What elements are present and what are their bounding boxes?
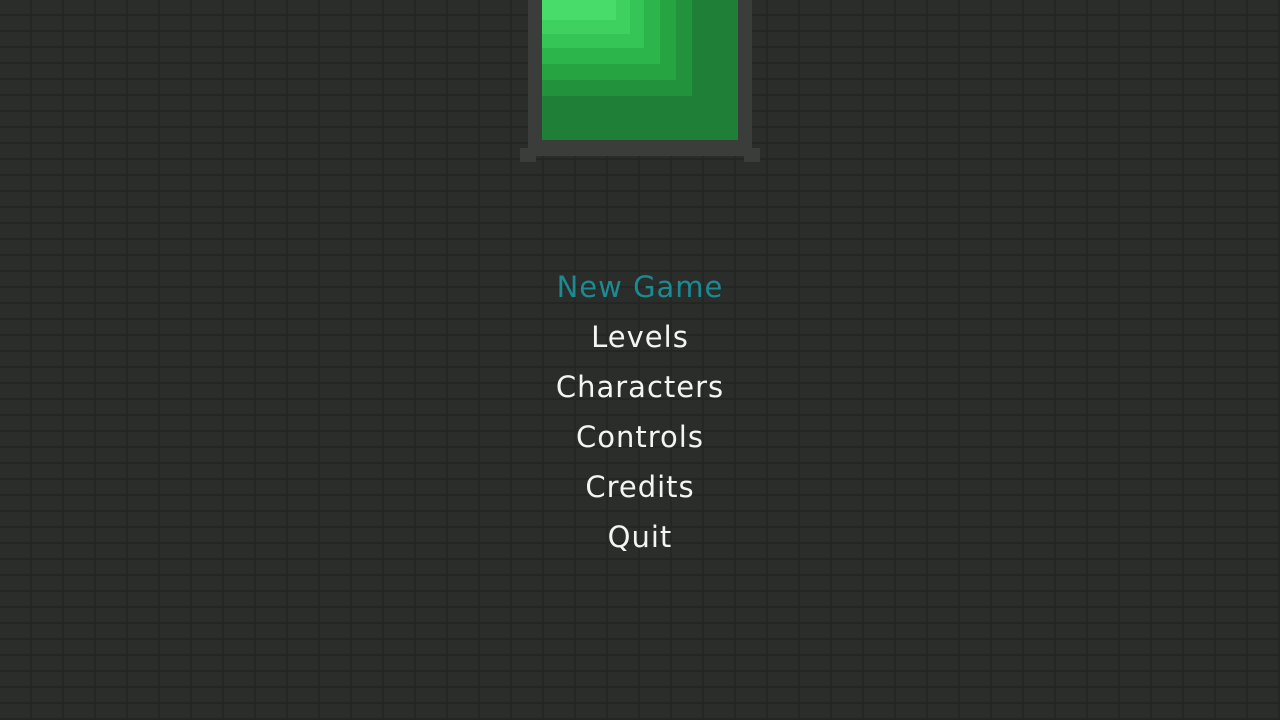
banner-foot-right	[744, 148, 760, 162]
banner-panel	[542, 0, 738, 140]
menu-item-levels[interactable]: Levels	[591, 312, 689, 362]
banner-shade	[542, 0, 616, 20]
main-menu: New Game Levels Characters Controls Cred…	[440, 262, 840, 562]
menu-item-credits[interactable]: Credits	[585, 462, 694, 512]
banner-foot-left	[520, 148, 536, 162]
menu-item-characters[interactable]: Characters	[556, 362, 724, 412]
menu-item-quit[interactable]: Quit	[608, 512, 673, 562]
menu-item-controls[interactable]: Controls	[576, 412, 704, 462]
menu-item-new-game[interactable]: New Game	[557, 262, 724, 312]
title-banner	[520, 0, 760, 162]
